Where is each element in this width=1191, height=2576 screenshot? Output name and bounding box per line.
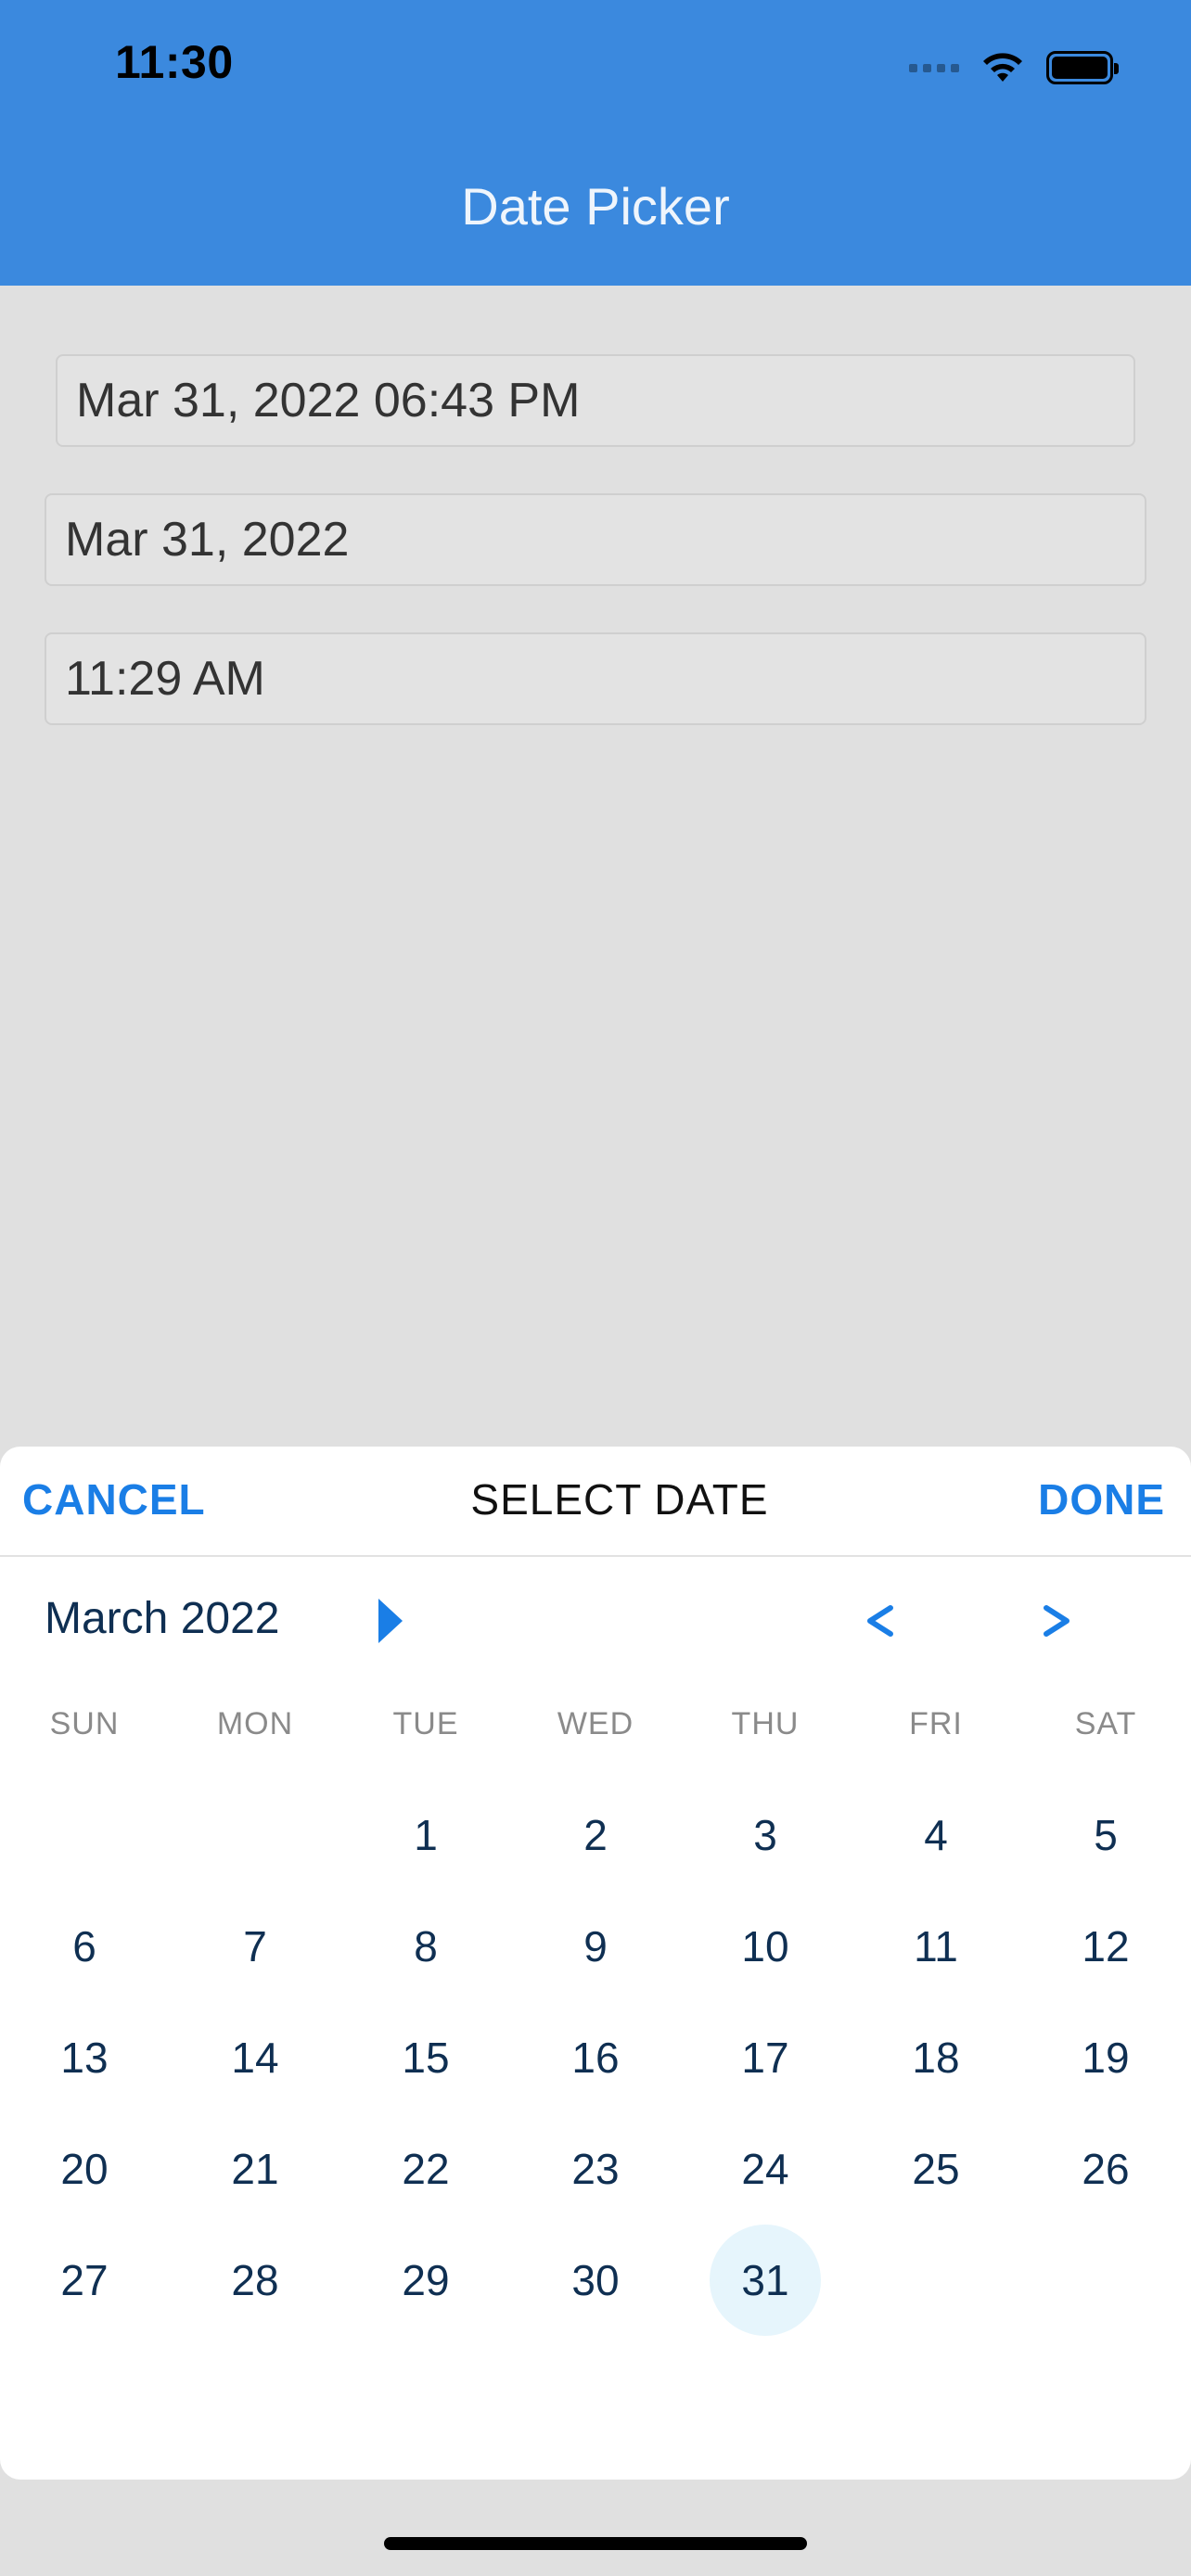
weekday-thu: THU [731, 1706, 800, 1741]
calendar-day[interactable]: 19 [1050, 2002, 1161, 2113]
calendar-day[interactable]: 17 [710, 2002, 821, 2113]
calendar-day[interactable]: 10 [710, 1891, 821, 2002]
wifi-icon [983, 53, 1022, 82]
weekday-sun: SUN [49, 1706, 120, 1741]
calendar-day[interactable]: 18 [880, 2002, 992, 2113]
battery-icon [1046, 51, 1119, 84]
calendar-day[interactable]: 22 [370, 2113, 481, 2225]
calendar-day-selected[interactable]: 31 [710, 2225, 821, 2336]
app-screen: 11:30 Date Picker Mar 31, 2022 06:43 PM … [0, 0, 1191, 2576]
cancel-button[interactable]: CANCEL [22, 1474, 206, 1524]
picker-toolbar: CANCEL SELECT DATE DONE [0, 1447, 1191, 1557]
month-label[interactable]: March 2022 [45, 1593, 279, 1644]
calendar-day[interactable]: 14 [199, 2002, 311, 2113]
calendar-day[interactable]: 9 [540, 1891, 651, 2002]
calendar-day[interactable]: 25 [880, 2113, 992, 2225]
calendar-day[interactable]: 20 [29, 2113, 140, 2225]
calendar-day[interactable]: 24 [710, 2113, 821, 2225]
calendar-day[interactable]: 21 [199, 2113, 311, 2225]
calendar-day[interactable]: 30 [540, 2225, 651, 2336]
page-title: Date Picker [461, 177, 730, 236]
cellular-signal-icon [909, 63, 959, 72]
weekday-header: SUN MON TUE WED THU FRI SAT [0, 1706, 1191, 1762]
calendar-day[interactable]: 28 [199, 2225, 311, 2336]
month-header: March 2022 [0, 1586, 1191, 1660]
calendar-day[interactable]: 8 [370, 1891, 481, 2002]
app-header: 11:30 Date Picker [0, 0, 1191, 286]
weekday-fri: FRI [909, 1706, 963, 1741]
datetime-field[interactable]: Mar 31, 2022 06:43 PM [56, 354, 1135, 447]
calendar-day[interactable]: 7 [199, 1891, 311, 2002]
chevron-left-icon[interactable] [861, 1597, 898, 1645]
calendar-day[interactable]: 6 [29, 1891, 140, 2002]
picker-title-text: SELECT DATE [470, 1475, 769, 1524]
status-time: 11:30 [115, 36, 234, 88]
calendar-day[interactable]: 5 [1050, 1779, 1161, 1891]
date-field[interactable]: Mar 31, 2022 [45, 493, 1146, 586]
calendar-day[interactable]: 11 [880, 1891, 992, 2002]
weekday-sat: SAT [1074, 1706, 1137, 1741]
time-field[interactable]: 11:29 AM [45, 632, 1146, 725]
calendar-day[interactable]: 26 [1050, 2113, 1161, 2225]
calendar-day[interactable]: 1 [370, 1779, 481, 1891]
chevron-right-icon[interactable] [1039, 1597, 1076, 1645]
calendar-day[interactable]: 16 [540, 2002, 651, 2113]
weekday-wed: WED [557, 1706, 634, 1741]
calendar-day[interactable]: 29 [370, 2225, 481, 2336]
calendar-day[interactable]: 27 [29, 2225, 140, 2336]
calendar-day[interactable]: 4 [880, 1779, 992, 1891]
weekday-tue: TUE [392, 1706, 459, 1741]
calendar-day[interactable]: 12 [1050, 1891, 1161, 2002]
date-picker-sheet: CANCEL SELECT DATE DONE March 2022 SUN MO… [0, 1447, 1191, 2480]
calendar-day[interactable]: 15 [370, 2002, 481, 2113]
calendar-day[interactable]: 3 [710, 1779, 821, 1891]
calendar-day[interactable]: 2 [540, 1779, 651, 1891]
calendar-day[interactable]: 13 [29, 2002, 140, 2113]
status-icons [909, 45, 1119, 91]
done-button[interactable]: DONE [1038, 1474, 1165, 1524]
calendar-day[interactable]: 23 [540, 2113, 651, 2225]
weekday-mon: MON [216, 1706, 294, 1741]
home-indicator [384, 2537, 807, 2550]
triangle-right-icon[interactable] [371, 1595, 408, 1647]
